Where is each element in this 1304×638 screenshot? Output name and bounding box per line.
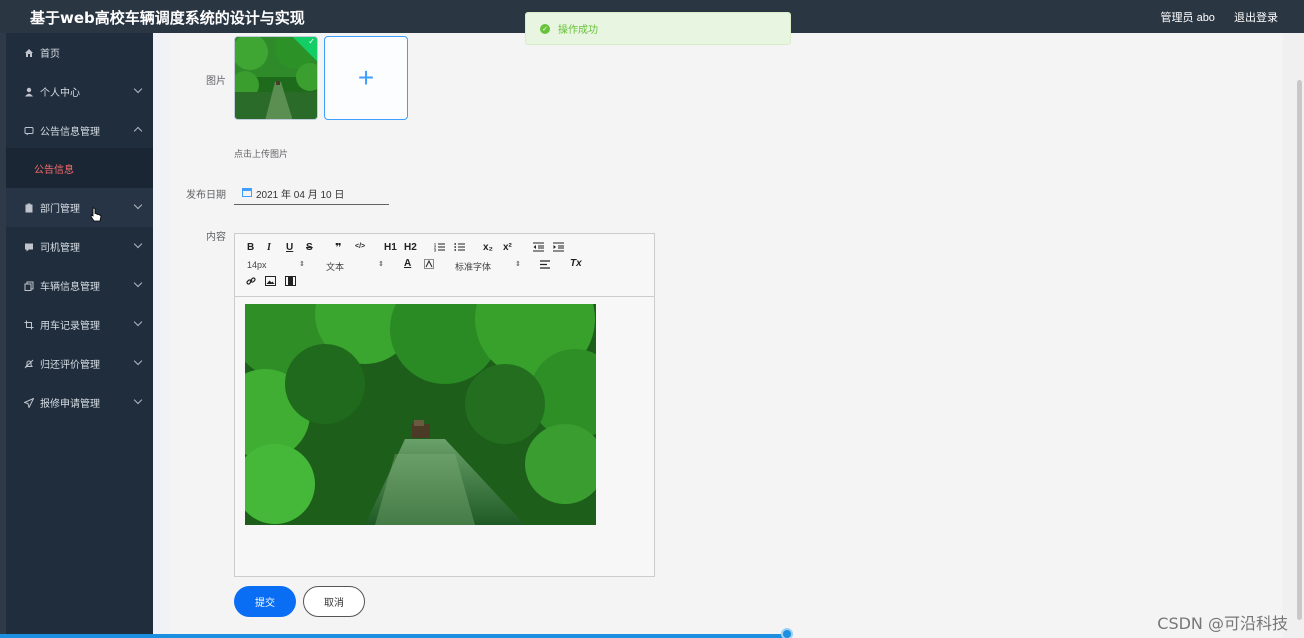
success-check-icon: ✓ [540, 23, 550, 34]
video-icon[interactable] [285, 276, 296, 289]
code-button[interactable]: </> [355, 243, 365, 250]
font-family-select[interactable]: 标准字体 ⇕ [455, 260, 521, 273]
publish-date-input[interactable]: 2021 年 04 月 10 日 [234, 183, 389, 205]
image-icon[interactable] [265, 276, 276, 289]
chevron-down-icon [133, 239, 143, 249]
submit-button[interactable]: 提交 [234, 586, 296, 617]
user-icon [22, 87, 36, 97]
chevron-down-icon [133, 317, 143, 327]
sidebar-item-home[interactable]: 首页 [6, 33, 153, 72]
svg-text:3: 3 [434, 249, 436, 253]
editor-content[interactable] [235, 297, 654, 577]
font-size-select[interactable]: 14px ⇕ [247, 260, 305, 270]
sidebar-item-department[interactable]: 部门管理 [6, 188, 153, 227]
italic-button[interactable]: I [267, 242, 271, 253]
content-label: 内容 [206, 232, 226, 243]
watermark: CSDN @可沿科技 [1157, 614, 1288, 633]
block-type-select[interactable]: 文本 ⇕ [326, 260, 384, 273]
clipboard-icon [22, 203, 36, 213]
cancel-button[interactable]: 取消 [303, 586, 365, 617]
sidebar-item-label: 部门管理 [40, 204, 80, 215]
sidebar-item-label: 司机管理 [40, 243, 80, 254]
submenu-label: 公告信息 [34, 164, 74, 176]
video-progress-bar[interactable] [0, 634, 790, 638]
chevron-down-icon [133, 395, 143, 405]
date-label: 发布日期 [186, 190, 226, 201]
date-value: 2021 年 04 月 10 日 [256, 190, 345, 201]
upload-tip: 点击上传图片 [234, 149, 289, 159]
block-type-value: 文本 [326, 262, 345, 272]
home-icon [22, 48, 36, 58]
toast-message: 操作成功 [558, 25, 598, 36]
chevron-down-icon [133, 84, 143, 94]
calendar-icon [242, 187, 252, 200]
app-title: 基于web高校车辆调度系统的设计与实现 [30, 9, 305, 27]
indent-icon[interactable] [553, 242, 564, 255]
scrollbar-thumb[interactable] [1297, 80, 1302, 620]
image-label: 图片 [206, 76, 226, 87]
bullet-list-icon[interactable] [454, 242, 465, 255]
header-actions: 管理员 abo 退出登录 [1145, 9, 1278, 25]
user-name[interactable]: 管理员 abo [1161, 12, 1215, 24]
select-caret-icon: ⇕ [378, 261, 384, 268]
link-icon[interactable] [246, 276, 256, 289]
uploaded-image-thumbnail[interactable]: ✓ [234, 36, 318, 120]
sidebar-item-label: 首页 [40, 49, 60, 60]
sidebar-item-personal[interactable]: 个人中心 [6, 72, 153, 111]
sidebar-item-label: 用车记录管理 [40, 321, 100, 332]
h1-button[interactable]: H1 [384, 242, 397, 253]
ordered-list-icon[interactable]: 123 [434, 242, 445, 255]
background-color-icon[interactable] [424, 259, 434, 272]
crop-icon [22, 320, 36, 330]
sidebar-item-vehicle[interactable]: 车辆信息管理 [6, 266, 153, 305]
message-icon [22, 242, 36, 252]
blockquote-button[interactable]: ❞ [335, 241, 341, 254]
send-icon [22, 397, 36, 408]
sidebar-item-repair-request[interactable]: 报修申请管理 [6, 383, 153, 422]
bell-off-icon [22, 359, 36, 369]
font-size-value: 14px [247, 260, 267, 270]
content-forest-river-image [245, 304, 596, 525]
superscript-button[interactable]: x² [503, 242, 512, 253]
chevron-down-icon [133, 356, 143, 366]
sidebar-item-label: 车辆信息管理 [40, 282, 100, 293]
editor-toolbar: B I U S ❞ </> H1 H2 123 x₂ x² 14px ⇕ 文本 … [235, 234, 654, 297]
sidebar-item-return-review[interactable]: 归还评价管理 [6, 344, 153, 383]
outdent-icon[interactable] [533, 242, 544, 255]
bold-button[interactable]: B [247, 242, 254, 253]
image-upload-button[interactable]: + [324, 36, 408, 120]
clear-format-button[interactable]: Tx [570, 258, 582, 269]
rich-text-editor[interactable]: B I U S ❞ </> H1 H2 123 x₂ x² 14px ⇕ 文本 … [234, 233, 655, 577]
sidebar-item-usage-record[interactable]: 用车记录管理 [6, 305, 153, 344]
sidebar-item-driver[interactable]: 司机管理 [6, 227, 153, 266]
chevron-down-icon [133, 278, 143, 288]
font-color-button[interactable]: A [404, 258, 411, 269]
chevron-up-icon [133, 126, 143, 136]
chat-icon [22, 126, 36, 136]
sidebar-item-label: 个人中心 [40, 88, 80, 99]
font-family-value: 标准字体 [455, 262, 492, 272]
plus-icon: + [357, 62, 375, 93]
copy-icon [22, 281, 36, 291]
select-caret-icon: ⇕ [515, 261, 521, 268]
align-left-icon[interactable] [540, 260, 551, 272]
sidebar-item-label: 归还评价管理 [40, 360, 100, 371]
sidebar-item-label: 公告信息管理 [40, 127, 100, 138]
video-progress-handle[interactable] [781, 628, 793, 638]
sidebar-subitem-announcement-info[interactable]: 公告信息 [6, 148, 153, 188]
chevron-down-icon [133, 200, 143, 210]
select-caret-icon: ⇕ [299, 261, 305, 268]
h2-button[interactable]: H2 [404, 242, 417, 253]
success-toast: ✓ 操作成功 [525, 12, 791, 45]
subscript-button[interactable]: x₂ [483, 242, 493, 253]
pointer-cursor-icon [90, 207, 102, 226]
check-icon: ✓ [308, 37, 315, 46]
sidebar-item-announcement[interactable]: 公告信息管理 [6, 111, 153, 150]
strike-button[interactable]: S [306, 242, 313, 253]
logout-link[interactable]: 退出登录 [1234, 12, 1278, 24]
underline-button[interactable]: U [286, 242, 293, 253]
sidebar-item-label: 报修申请管理 [40, 399, 100, 410]
